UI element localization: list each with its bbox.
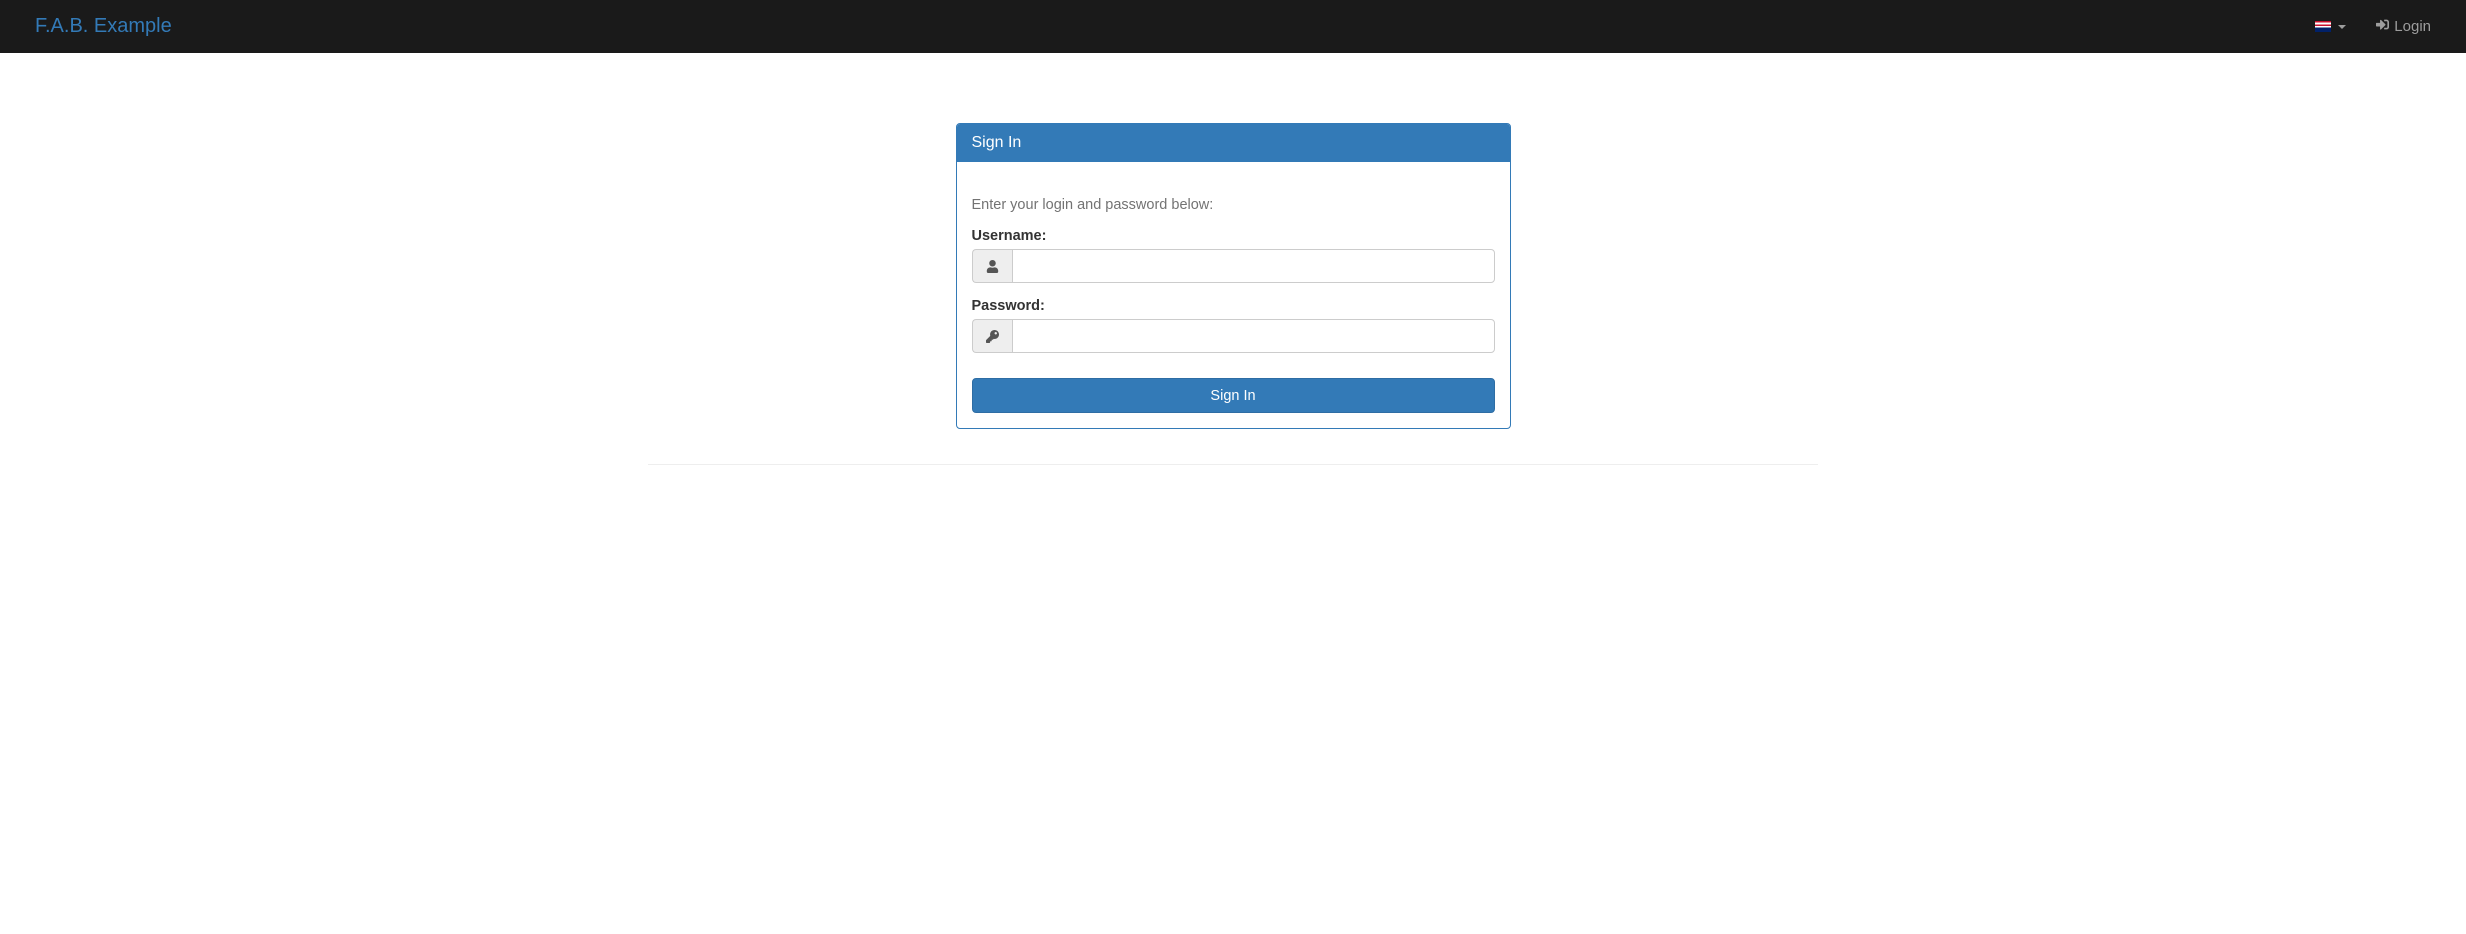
panel-wrapper: Sign In Enter your login and password be… <box>663 123 1803 429</box>
login-link[interactable]: Login <box>2361 3 2446 50</box>
help-text: Enter your login and password below: <box>972 197 1495 213</box>
signin-panel: Sign In Enter your login and password be… <box>956 123 1511 429</box>
signin-icon <box>2376 18 2389 35</box>
brand-link[interactable]: F.A.B. Example <box>20 0 187 53</box>
navbar-right: Login <box>2300 3 2446 50</box>
username-group: Username: <box>972 228 1495 283</box>
footer-divider <box>648 464 1818 465</box>
navbar: F.A.B. Example Login <box>0 0 2466 53</box>
login-label: Login <box>2394 18 2431 35</box>
password-input-group <box>972 319 1495 353</box>
caret-down-icon <box>2338 25 2346 29</box>
user-icon <box>972 249 1012 283</box>
flag-uk-icon <box>2315 21 2331 32</box>
username-input-group <box>972 249 1495 283</box>
panel-title: Sign In <box>972 134 1495 152</box>
main-container: Sign In Enter your login and password be… <box>648 123 1818 429</box>
password-group: Password: <box>972 298 1495 353</box>
password-input[interactable] <box>1012 319 1495 353</box>
panel-heading: Sign In <box>957 124 1510 162</box>
signin-button[interactable]: Sign In <box>972 378 1495 413</box>
panel-body: Enter your login and password below: Use… <box>957 162 1510 428</box>
key-icon <box>972 319 1012 353</box>
username-input[interactable] <box>1012 249 1495 283</box>
language-dropdown[interactable] <box>2300 6 2361 47</box>
username-label: Username: <box>972 228 1495 244</box>
password-label: Password: <box>972 298 1495 314</box>
